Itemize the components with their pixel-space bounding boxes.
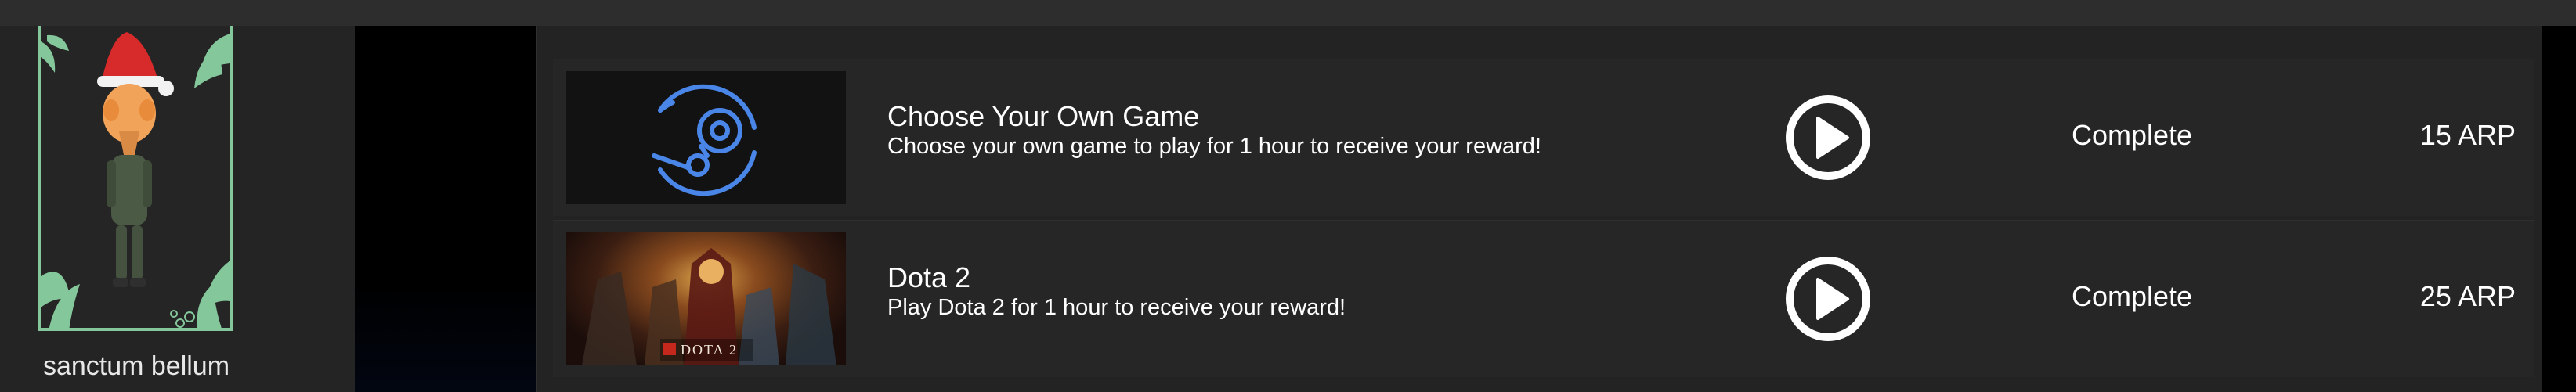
quest-status: Complete (2071, 119, 2193, 151)
scrollbar-gutter (2542, 26, 2576, 392)
dota2-cover-art: DOTA 2 (582, 248, 836, 365)
quest-thumbnail (566, 71, 846, 204)
quest-row: DOTA 2 Dota 2 Play Dota 2 for 1 hour to … (553, 220, 2534, 377)
play-button[interactable] (1785, 95, 1871, 181)
side-panel (355, 26, 536, 392)
play-button[interactable] (1785, 256, 1871, 342)
quest-description: Play Dota 2 for 1 hour to receive your r… (887, 295, 1346, 320)
quest-description: Choose your own game to play for 1 hour … (887, 134, 1541, 159)
avatar (41, 32, 230, 328)
quest-thumbnail: DOTA 2 (566, 232, 846, 365)
quest-row: Choose Your Own Game Choose your own gam… (553, 59, 2534, 216)
avatar-frame[interactable] (38, 26, 233, 331)
steam-logo-icon (652, 84, 757, 196)
username: sanctum bellum (42, 351, 230, 381)
quest-status: Complete (2071, 280, 2193, 312)
quest-title: Choose Your Own Game (887, 100, 1200, 132)
quest-reward: 25 ARP (2419, 280, 2516, 312)
top-bar (0, 0, 2576, 26)
quest-reward: 15 ARP (2419, 119, 2516, 151)
quest-title: Dota 2 (887, 261, 971, 293)
quest-list: Choose Your Own Game Choose your own gam… (536, 26, 2544, 392)
thumbnail-caption: DOTA 2 (681, 342, 738, 358)
dota-logo-icon (663, 343, 676, 355)
profile-panel: sanctum bellum (0, 26, 355, 392)
play-icon (1786, 257, 1870, 341)
play-icon (1786, 95, 1870, 180)
